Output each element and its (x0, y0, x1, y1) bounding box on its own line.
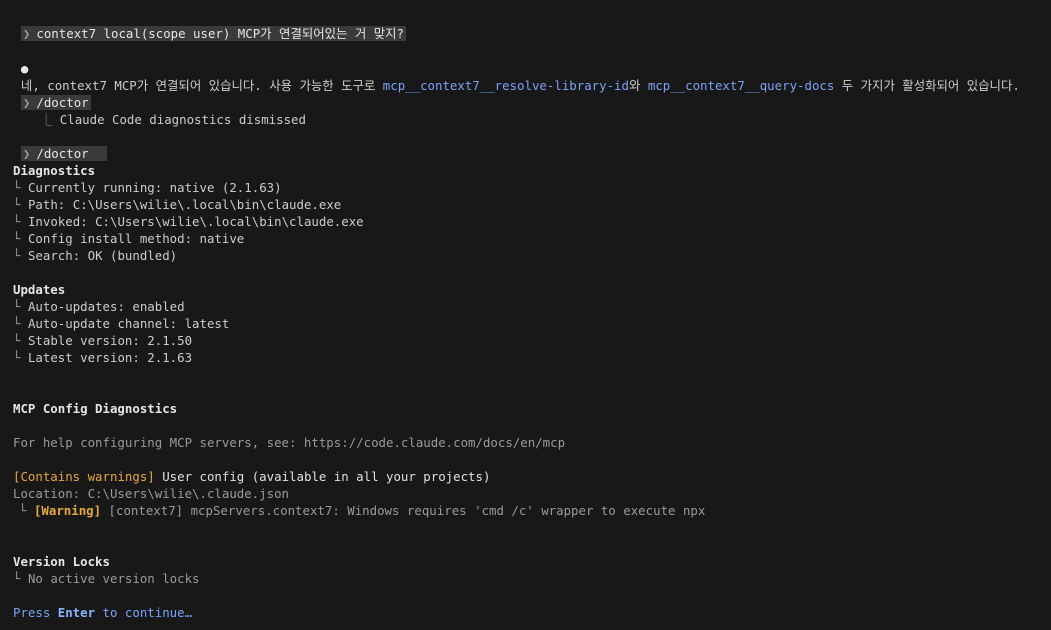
press-label: Press (13, 605, 58, 620)
updates-heading: Updates (13, 282, 66, 297)
tree-branch-icon: └ (13, 350, 21, 365)
diagnostics-item-text: Currently running: native (2.1.63) (27, 180, 282, 195)
diagnostics-item: └ Path: C:\Users\wilie\.local\bin\claude… (13, 196, 341, 213)
diagnostics-item-text: Path: C:\Users\wilie\.local\bin\claude.e… (27, 197, 342, 212)
tree-branch-icon: └ (19, 503, 27, 518)
user-prompt-2: ❯/doctor (6, 77, 91, 110)
diagnostics-item: └ Invoked: C:\Users\wilie\.local\bin\cla… (13, 213, 364, 230)
tree-branch-icon: └ (13, 571, 21, 586)
updates-item-text: Auto-updates: enabled (27, 299, 185, 314)
tree-branch-icon: └ (13, 180, 21, 195)
user-prompt-1: ❯ context7 local(scope user) MCP가 연결되어있는 … (6, 8, 407, 41)
response-text-post: 두 가지가 활성화되어 있습니다. (834, 78, 1020, 93)
tool-name-query-docs: mcp__context7__query-docs (647, 78, 835, 93)
updates-item: └ Auto-update channel: latest (13, 315, 229, 332)
response-bullet-icon: ● (20, 61, 29, 76)
diagnostics-item: └ Config install method: native (13, 230, 244, 247)
contains-warnings-badge: [Contains warnings] (13, 469, 155, 484)
diagnostics-item-text: Search: OK (bundled) (27, 248, 178, 263)
tree-branch-icon: └ (13, 197, 21, 212)
assistant-response: ● 네, context7 MCP가 연결되어 있습니다. 사용 가능한 도구로… (6, 43, 1020, 93)
diagnostics-item: └ Search: OK (bundled) (13, 247, 177, 264)
diagnostics-heading: Diagnostics (13, 163, 96, 178)
response-text-mid: 와 (628, 78, 648, 93)
warning-badge: [Warning] (33, 503, 102, 518)
prompt-text: /doctor (36, 146, 89, 161)
updates-item-text: Latest version: 2.1.63 (27, 350, 193, 365)
user-prompt-3: ❯ /doctor (6, 128, 107, 161)
tree-branch-icon: └ (13, 214, 21, 229)
mcp-warning: └ [Warning] [context7] mcpServers.contex… (19, 502, 705, 519)
diagnostics-item-text: Config install method: native (27, 231, 245, 246)
updates-item: └ Stable version: 2.1.50 (13, 332, 192, 349)
tool-name-resolve-library-id: mcp__context7__resolve-library-id (382, 78, 629, 93)
enter-key-label: Enter (57, 605, 96, 620)
command-result: ⎿ Claude Code diagnostics dismissed (25, 94, 306, 127)
prompt-chevron-icon: ❯ (22, 26, 31, 41)
prompt-text: context7 local(scope user) MCP가 연결되어있는 거… (36, 26, 405, 41)
config-label: User config (available in all your proje… (154, 469, 491, 484)
updates-item-text: Auto-update channel: latest (27, 316, 230, 331)
diagnostics-item-text: Invoked: C:\Users\wilie\.local\bin\claud… (27, 214, 364, 229)
version-locks-heading: Version Locks (13, 554, 110, 569)
result-text: Claude Code diagnostics dismissed (59, 112, 306, 127)
prompt-block: ❯ context7 local(scope user) MCP가 연결되어있는 … (20, 26, 407, 41)
tree-branch-icon: └ (13, 316, 21, 331)
tree-branch-icon: └ (13, 231, 21, 246)
result-tree-icon: ⎿ (39, 112, 53, 127)
prompt-chevron-icon: ❯ (22, 146, 31, 161)
warning-text: [context7] mcpServers.context7: Windows … (101, 503, 706, 518)
prompt-block: ❯ /doctor (20, 146, 107, 161)
mcp-help-text: For help configuring MCP servers, see: h… (13, 435, 566, 450)
updates-item-text: Stable version: 2.1.50 (27, 333, 193, 348)
mcp-location: Location: C:\Users\wilie\.claude.json (13, 486, 290, 501)
updates-item: └ Latest version: 2.1.63 (13, 349, 192, 366)
updates-item: └ Auto-updates: enabled (13, 298, 185, 315)
tree-branch-icon: └ (13, 299, 21, 314)
press-enter-prompt[interactable]: Press Enter to continue… (13, 604, 192, 621)
tree-branch-icon: └ (13, 333, 21, 348)
diagnostics-item: └ Currently running: native (2.1.63) (13, 179, 282, 196)
mcp-heading: MCP Config Diagnostics (13, 401, 178, 416)
mcp-user-config: [Contains warnings] User config (availab… (13, 468, 490, 485)
version-locks-text: No active version locks (27, 571, 200, 586)
continue-label: to continue… (95, 605, 193, 620)
tree-branch-icon: └ (13, 248, 21, 263)
version-locks-item: └ No active version locks (13, 570, 200, 587)
